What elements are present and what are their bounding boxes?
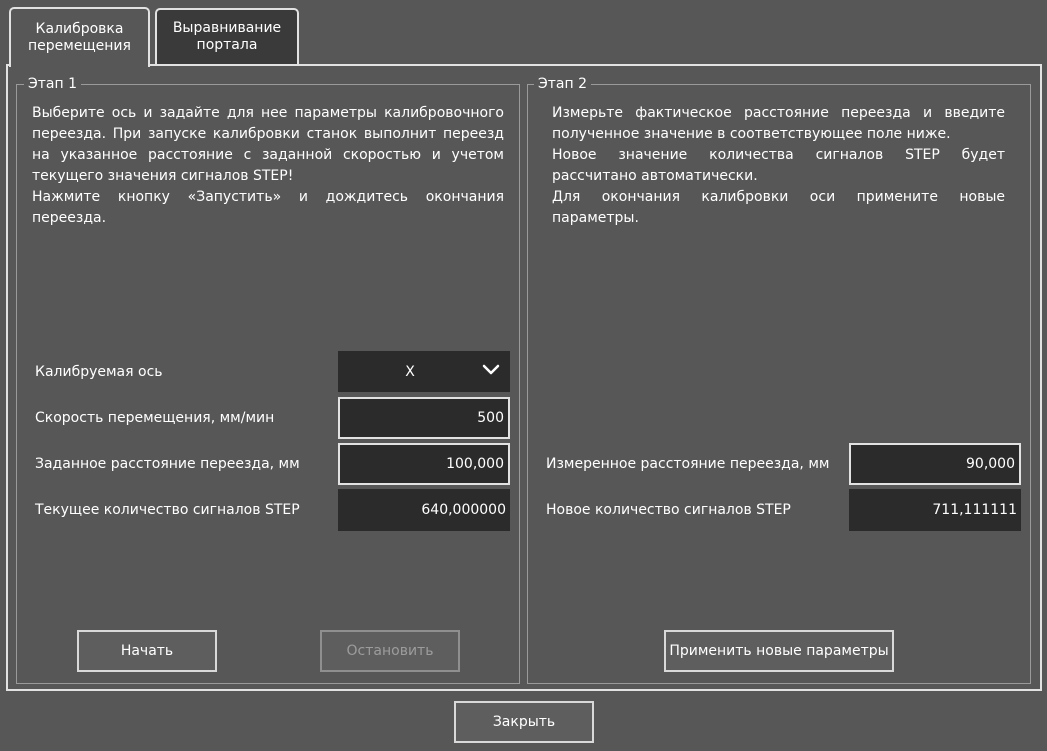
tab-label: Калибровка перемещения	[28, 21, 131, 54]
stage-2-description-paragraph: Измерьте фактическое расстояние переезда…	[552, 105, 1005, 142]
measured-distance-input[interactable]: 90,000	[849, 443, 1021, 485]
stop-button[interactable]: Остановить	[320, 630, 460, 672]
tab-label: Выравнивание портала	[172, 20, 282, 53]
new-steps-value: 711,111111	[849, 489, 1021, 531]
current-steps-label: Текущее количество сигналов STEP	[35, 502, 300, 518]
stage-2-description-paragraph: Новое значение количества сигналов STEP …	[552, 147, 1005, 184]
speed-input[interactable]: 500	[338, 397, 510, 439]
speed-label: Скорость перемещения, мм/мин	[35, 410, 275, 426]
stage-1-description-paragraph: Выберите ось и задайте для нее параметры…	[32, 105, 504, 184]
current-steps-value: 640,000000	[338, 489, 510, 531]
axis-label: Калибруемая ось	[35, 364, 163, 380]
distance-label: Заданное расстояние переезда, мм	[35, 456, 300, 472]
stage-2-title: Этап 2	[534, 76, 592, 92]
stage-2-description: Измерьте фактическое расстояние переезда…	[552, 103, 1005, 229]
distance-input[interactable]: 100,000	[338, 443, 510, 485]
stage-1-description-paragraph: Нажмите кнопку «Запустить» и дождитесь о…	[32, 189, 504, 226]
new-steps-label: Новое количество сигналов STEP	[546, 502, 791, 518]
tab-movement-calibration[interactable]: Калибровка перемещения	[9, 7, 150, 67]
axis-select-value: X	[405, 363, 415, 380]
stage-1-title: Этап 1	[24, 76, 82, 92]
measured-distance-label: Измеренное расстояние переезда, мм	[546, 456, 830, 472]
close-button[interactable]: Закрыть	[454, 701, 594, 743]
apply-parameters-button[interactable]: Применить новые параметры	[664, 630, 894, 672]
stage-2-description-paragraph: Для окончания калибровки оси примените н…	[552, 189, 1005, 226]
tab-gantry-alignment[interactable]: Выравнивание портала	[155, 8, 299, 64]
chevron-down-icon[interactable]	[482, 363, 500, 377]
axis-select[interactable]: X	[338, 351, 510, 392]
stage-1-description: Выберите ось и задайте для нее параметры…	[32, 103, 504, 229]
start-button[interactable]: Начать	[77, 630, 217, 672]
